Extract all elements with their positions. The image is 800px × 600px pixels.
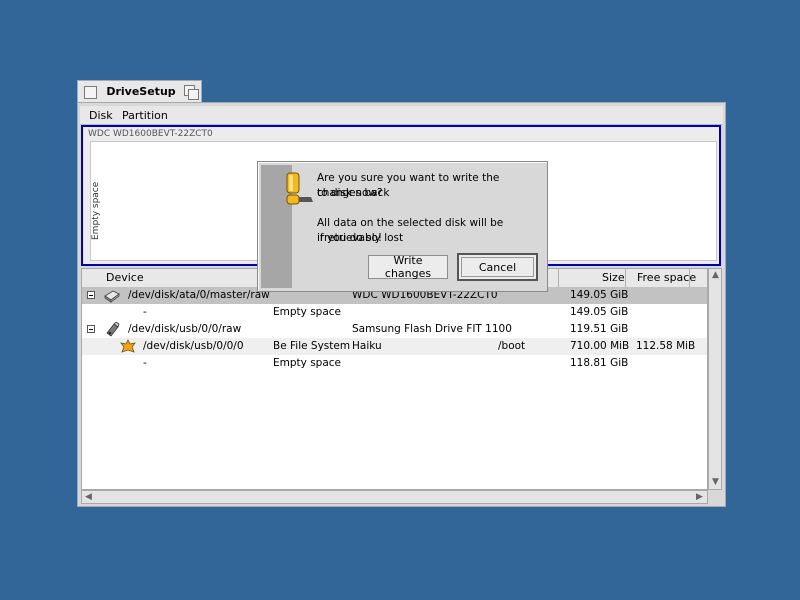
menubar: Disk Partition [80,106,723,125]
table-row[interactable]: /dev/disk/usb/0/0/0 Be File System Haiku… [82,338,707,355]
collapse-icon[interactable] [87,325,95,333]
usb-drive-icon [106,322,120,337]
device-path: - [143,357,147,369]
alert-message-line4: if you do so! [317,232,383,244]
size-value: 149.05 GiB [570,289,629,301]
haiku-leaf-icon [120,339,136,353]
close-box-icon[interactable] [84,86,97,99]
confirm-write-dialog: Are you sure you want to write the chang… [257,161,548,292]
filesystem: Empty space [273,357,341,369]
column-device[interactable]: Device [106,271,144,284]
filesystem: Empty space [273,306,341,318]
zoom-box-icon[interactable] [184,85,199,100]
column-free-space[interactable]: Free space [637,271,696,284]
menu-partition[interactable]: Partition [122,109,168,122]
table-row[interactable]: - Empty space 118.81 GiB [82,355,707,372]
size-value: 119.51 GiB [570,323,629,335]
table-row[interactable]: - Empty space 149.05 GiB [82,304,707,321]
device-path: /dev/disk/ata/0/master/raw [128,289,270,301]
scroll-right-arrow-icon[interactable]: ▶ [696,492,703,502]
scroll-left-arrow-icon[interactable]: ◀ [85,492,92,502]
scroll-down-arrow-icon[interactable]: ▼ [712,477,719,487]
menu-disk[interactable]: Disk [89,109,113,122]
device-path: /dev/disk/usb/0/0/raw [128,323,242,335]
size-value: 118.81 GiB [570,357,629,369]
disk-name-label: WDC WD1600BEVT-22ZCT0 [88,129,213,139]
size-value: 149.05 GiB [570,306,629,318]
device-path: /dev/disk/usb/0/0/0 [143,340,244,352]
vertical-scrollbar[interactable]: ▲ ▼ [708,268,722,490]
column-size[interactable]: Size [602,271,625,284]
write-changes-button[interactable]: Write changes [368,254,448,280]
table-row[interactable]: /dev/disk/usb/0/0/raw Samsung Flash Driv… [82,321,707,338]
empty-space-label: Empty space [91,181,101,240]
collapse-icon[interactable] [87,291,95,299]
device-list[interactable]: Device Size Free space /dev/disk/ata/0/m… [81,268,708,490]
window-title: DriveSetup [106,85,176,98]
cancel-button[interactable]: Cancel [457,253,538,281]
volume-name: Haiku [352,340,382,352]
window-tab[interactable]: DriveSetup [77,80,202,103]
volume-name: Samsung Flash Drive FIT 1100 [352,323,512,335]
scroll-up-arrow-icon[interactable]: ▲ [712,270,719,280]
free-space-value: 112.58 MiB [636,340,696,352]
alert-message-line2: to disk now? [317,187,383,199]
filesystem: Be File System [273,340,351,352]
device-path: - [143,306,147,318]
mount-point: /boot [498,340,526,352]
hard-disk-icon [104,290,120,303]
size-value: 710.00 MiB [570,340,630,352]
warning-icon [286,172,313,205]
horizontal-scrollbar[interactable]: ◀ ▶ [81,490,708,504]
